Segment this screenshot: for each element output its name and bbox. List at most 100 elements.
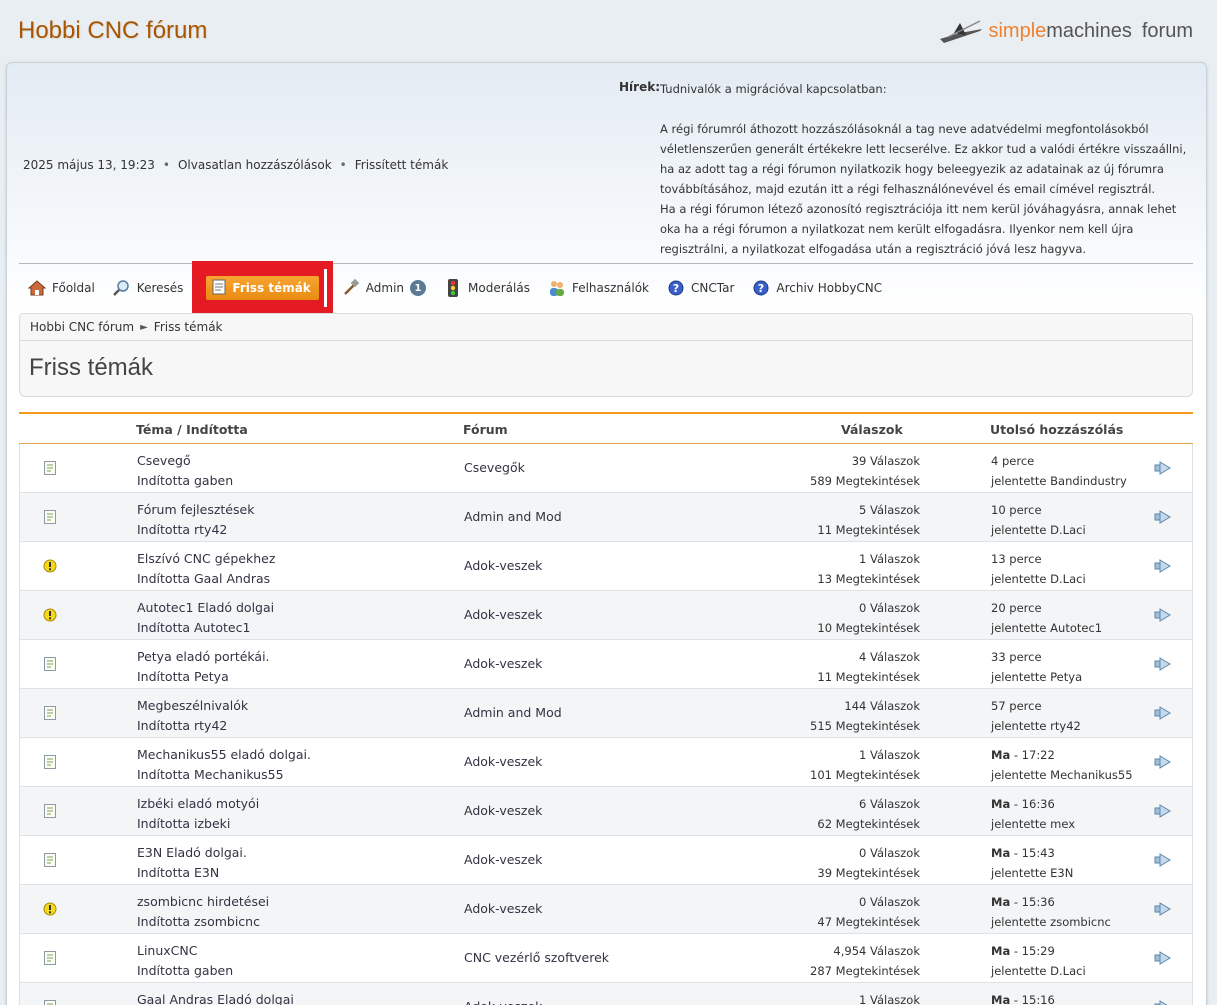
topic-cell: Fórum fejlesztések Indította rty42 xyxy=(137,500,254,540)
last-post: Ma - 15:16 xyxy=(991,990,1055,1005)
breadcrumb-current[interactable]: Friss témák xyxy=(154,320,223,334)
go-to-last-post-icon[interactable] xyxy=(1154,510,1172,524)
topic-title-link[interactable]: Megbeszélnivalók xyxy=(137,696,248,716)
topic-title-link[interactable]: Mechanikus55 eladó dolgai. xyxy=(137,745,311,765)
topic-stats: 5 Válaszok 11 Megtekintések xyxy=(817,500,920,540)
reply-count: 0 Válaszok xyxy=(859,895,920,909)
topic-forum-link[interactable]: Adok-veszek xyxy=(464,901,542,916)
forum-title[interactable]: Hobbi CNC fórum xyxy=(18,17,207,45)
menu-item-home[interactable]: Főoldal xyxy=(19,271,104,305)
topic-title-link[interactable]: Autotec1 Eladó dolgai xyxy=(137,598,274,618)
topic-forum-link[interactable]: Csevegők xyxy=(464,460,525,475)
go-to-last-post-icon[interactable] xyxy=(1154,461,1172,475)
topic-forum-link[interactable]: Admin and Mod xyxy=(464,705,562,720)
menu-label-recent: Friss témák xyxy=(232,281,311,295)
help-icon: ? xyxy=(752,279,770,297)
topic-title-link[interactable]: E3N Eladó dolgai. xyxy=(137,843,247,863)
menu-item-search[interactable]: Keresés xyxy=(104,271,193,305)
smf-logo[interactable]: simplemachines forum xyxy=(940,16,1193,46)
topic-icon xyxy=(43,1000,57,1005)
unread-link[interactable]: Olvasatlan hozzászólások xyxy=(178,158,332,172)
go-to-last-post-icon[interactable] xyxy=(1154,853,1172,867)
go-to-last-post-icon[interactable] xyxy=(1154,706,1172,720)
last-post-author: jelentette D.Laci xyxy=(991,964,1086,978)
go-to-last-post-icon[interactable] xyxy=(1154,902,1172,916)
topic-forum-link[interactable]: Adok-veszek xyxy=(464,656,542,671)
menu-item-cnctar[interactable]: ? CNCTar xyxy=(658,271,743,305)
last-post-time[interactable]: Ma - 17:22 xyxy=(991,745,1133,765)
topic-forum-link[interactable]: Adok-veszek xyxy=(464,754,542,769)
header-forum[interactable]: Fórum xyxy=(463,422,508,437)
topic-stats: 1 Válaszok xyxy=(859,990,920,1005)
topic-title-link[interactable]: Fórum fejlesztések xyxy=(137,500,254,520)
topic-cell: Petya eladó portékái. Indította Petya xyxy=(137,647,270,687)
topic-title-link[interactable]: Elszívó CNC gépekhez xyxy=(137,549,275,569)
menu-item-archive[interactable]: ? Archiv HobbyCNC xyxy=(743,271,891,305)
last-post-time[interactable]: Ma - 15:36 xyxy=(991,892,1111,912)
go-to-last-post-icon[interactable] xyxy=(1154,755,1172,769)
recent-topics-button[interactable]: Friss témák xyxy=(206,276,319,300)
topic-forum-link[interactable]: Adok-veszek xyxy=(464,558,542,573)
topic-forum-link[interactable]: CNC vezérlő szoftverek xyxy=(464,950,609,965)
topic-title-link[interactable]: Gaal Andras Eladó dolgai xyxy=(137,990,294,1005)
home-icon xyxy=(28,279,46,297)
topic-cell: LinuxCNC Indította gaben xyxy=(137,941,233,981)
view-count: 515 Megtekintések xyxy=(810,719,920,733)
menu-item-moderation[interactable]: Moderálás xyxy=(435,271,539,305)
view-count: 47 Megtekintések xyxy=(817,915,920,929)
topic-title-link[interactable]: zsombicnc hirdetései xyxy=(137,892,269,912)
topic-forum-link[interactable]: Adok-veszek xyxy=(464,999,542,1005)
warning-icon xyxy=(43,902,57,916)
last-post-time[interactable]: Ma - 15:29 xyxy=(991,941,1086,961)
table-row: Megbeszélnivalók Indította rty42 Admin a… xyxy=(19,689,1193,738)
topic-title-link[interactable]: LinuxCNC xyxy=(137,941,233,961)
last-post-time[interactable]: 33 perce xyxy=(991,647,1082,667)
last-post-time[interactable]: 10 perce xyxy=(991,500,1086,520)
news-body: Tudnivalók a migrációval kapcsolatban: A… xyxy=(660,79,1188,259)
last-post-author: jelentette Bandindustry xyxy=(991,474,1127,488)
go-to-last-post-icon[interactable] xyxy=(1154,559,1172,573)
smf-logo-text: simplemachines xyxy=(988,19,1132,42)
last-post-time[interactable]: 13 perce xyxy=(991,549,1086,569)
reply-count: 5 Válaszok xyxy=(859,503,920,517)
topic-title-link[interactable]: Csevegő xyxy=(137,451,233,471)
breadcrumb-root[interactable]: Hobbi CNC fórum xyxy=(30,320,134,334)
header-replies[interactable]: Válaszok xyxy=(841,422,903,437)
view-count: 589 Megtekintések xyxy=(810,474,920,488)
topic-stats: 4,954 Válaszok 287 Megtekintések xyxy=(810,941,920,981)
menu-label-archive: Archiv HobbyCNC xyxy=(776,281,883,295)
menu-item-admin[interactable]: Admin 1 xyxy=(333,271,435,305)
last-post-time[interactable]: Ma - 15:43 xyxy=(991,843,1073,863)
table-row: LinuxCNC Indította gaben CNC vezérlő szo… xyxy=(19,934,1193,983)
warning-icon xyxy=(43,559,57,573)
topic-cell: Csevegő Indította gaben xyxy=(137,451,233,491)
last-post-time[interactable]: 4 perce xyxy=(991,451,1127,471)
header-topic[interactable]: Téma / Indította xyxy=(136,422,248,437)
topic-forum-link[interactable]: Adok-veszek xyxy=(464,852,542,867)
topic-icon xyxy=(43,510,57,524)
news-paragraph-1: A régi fórumról áthozott hozzászólásokná… xyxy=(660,122,1187,196)
topic-title-link[interactable]: Izbéki eladó motyói xyxy=(137,794,259,814)
updated-topics-link[interactable]: Frissített témák xyxy=(355,158,449,172)
table-header: Téma / Indította Fórum Válaszok Utolsó h… xyxy=(19,414,1193,444)
header-last-post[interactable]: Utolsó hozzászólás xyxy=(990,422,1123,437)
table-row: Mechanikus55 eladó dolgai. Indította Mec… xyxy=(19,738,1193,787)
go-to-last-post-icon[interactable] xyxy=(1154,657,1172,671)
reply-count: 144 Válaszok xyxy=(844,699,920,713)
topic-forum-link[interactable]: Adok-veszek xyxy=(464,607,542,622)
last-post-time[interactable]: Ma - 16:36 xyxy=(991,794,1075,814)
last-post-time[interactable]: Ma - 15:16 xyxy=(991,990,1055,1005)
go-to-last-post-icon[interactable] xyxy=(1154,1000,1172,1005)
menu-item-recent[interactable]: Friss témák xyxy=(192,261,333,315)
menu-item-members[interactable]: Felhasználók xyxy=(539,271,658,305)
last-post-time[interactable]: 57 perce xyxy=(991,696,1081,716)
last-post-time[interactable]: 20 perce xyxy=(991,598,1102,618)
go-to-last-post-icon[interactable] xyxy=(1154,951,1172,965)
topic-forum-link[interactable]: Admin and Mod xyxy=(464,509,562,524)
topic-title-link[interactable]: Petya eladó portékái. xyxy=(137,647,270,667)
go-to-last-post-icon[interactable] xyxy=(1154,608,1172,622)
topic-forum-link[interactable]: Adok-veszek xyxy=(464,803,542,818)
go-to-last-post-icon[interactable] xyxy=(1154,804,1172,818)
menu-label-moderation: Moderálás xyxy=(468,281,530,295)
smf-logo-sub: forum xyxy=(1141,19,1193,42)
